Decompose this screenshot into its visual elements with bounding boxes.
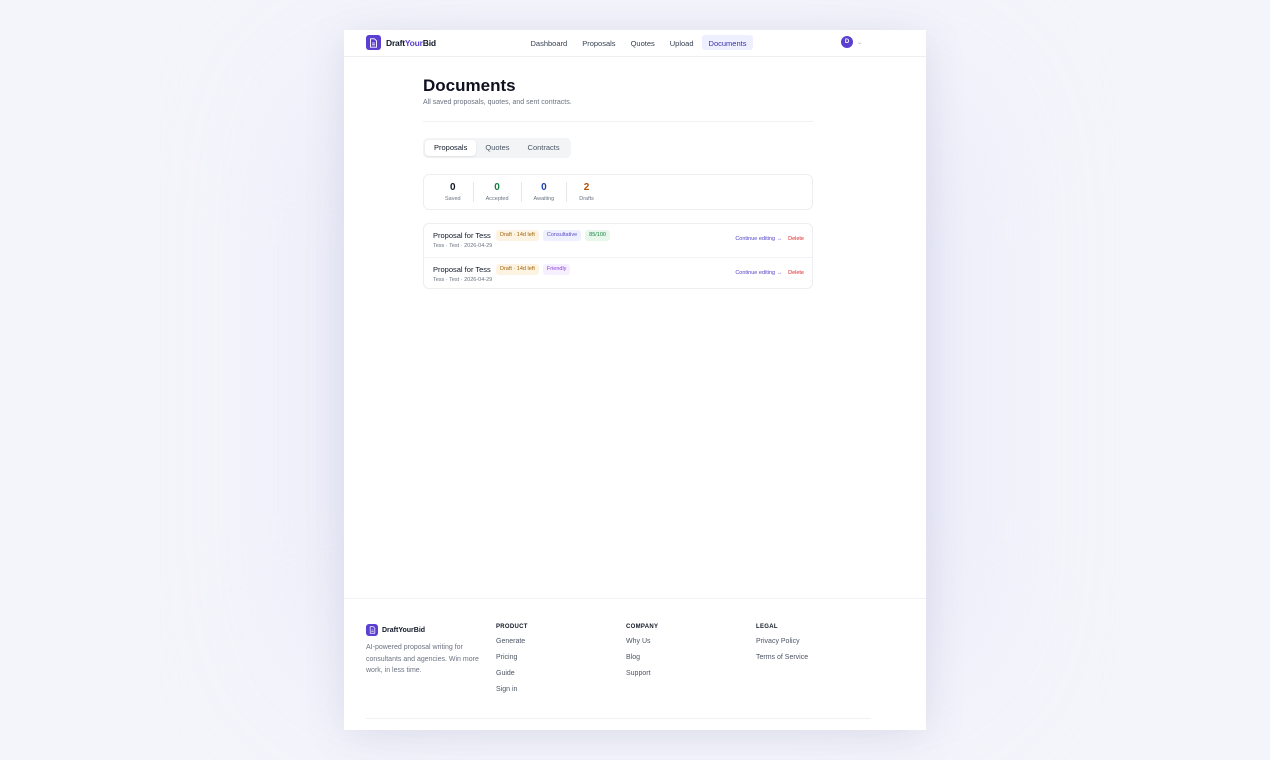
app-window: DraftYourBid Dashboard Proposals Quotes … [344, 30, 926, 730]
continue-editing-link[interactable]: Continue editing → [735, 270, 782, 276]
tab-contracts[interactable]: Contracts [519, 140, 569, 156]
stat-accepted: 0 Accepted [472, 182, 521, 202]
status-badge: Draft · 14d left [496, 230, 539, 241]
nav-quotes[interactable]: Quotes [624, 35, 661, 50]
footer-divider [366, 718, 871, 719]
footer-link-support[interactable]: Support [626, 670, 658, 677]
document-icon [366, 35, 381, 50]
footer-logo[interactable]: DraftYourBid [366, 624, 425, 636]
footer-col-company: COMPANY Why Us Blog Support [626, 624, 658, 686]
main-nav: Dashboard Proposals Quotes Upload Docume… [524, 35, 753, 50]
document-list: Proposal for Tess Draft · 14d left Consu… [423, 223, 813, 289]
nav-dashboard[interactable]: Dashboard [524, 35, 574, 50]
footer-link-terms[interactable]: Terms of Service [756, 654, 808, 661]
stat-label: Accepted [485, 196, 509, 202]
footer-brand-name: DraftYourBid [382, 626, 426, 634]
footer-heading: COMPANY [626, 624, 659, 630]
brand-logo[interactable]: DraftYourBid [366, 35, 436, 50]
nav-documents[interactable]: Documents [702, 35, 753, 50]
row-actions: Continue editing → Delete [735, 236, 804, 242]
delete-button[interactable]: Delete [788, 236, 804, 242]
footer-heading: PRODUCT [496, 624, 528, 630]
nav-upload[interactable]: Upload [663, 35, 700, 50]
stat-saved: 0 Saved [433, 182, 473, 202]
footer-description: AI-powered proposal writing for consulta… [366, 644, 479, 674]
document-type-tabs: Proposals Quotes Contracts [423, 138, 571, 158]
tab-quotes[interactable]: Quotes [476, 140, 518, 156]
stat-value: 0 [450, 182, 456, 193]
delete-button[interactable]: Delete [788, 270, 804, 276]
footer-link-guide[interactable]: Guide [496, 670, 528, 677]
section-divider [423, 121, 813, 122]
footer-link-blog[interactable]: Blog [626, 654, 658, 661]
stat-value: 0 [541, 182, 547, 193]
stat-value: 2 [583, 182, 590, 193]
footer-col-product: PRODUCT Generate Pricing Guide Sign in [496, 624, 528, 702]
document-meta: Tess · Test · 2026-04-29 [433, 277, 493, 283]
footer-link-pricing[interactable]: Pricing [496, 654, 528, 661]
footer-col-legal: LEGAL Privacy Policy Terms of Service [756, 624, 808, 670]
tab-proposals[interactable]: Proposals [425, 140, 477, 156]
badge-group: Draft · 14d left Consultative 85/100 [496, 230, 610, 241]
footer-heading: LEGAL [756, 624, 778, 630]
continue-editing-link[interactable]: Continue editing → [735, 236, 782, 242]
score-badge: 85/100 [585, 230, 610, 241]
user-menu[interactable]: D ⌄ [841, 36, 862, 48]
document-title[interactable]: Proposal for Tess [433, 231, 491, 240]
footer-link-generate[interactable]: Generate [496, 638, 528, 645]
footer-link-sign-in[interactable]: Sign in [496, 686, 528, 693]
status-badge: Draft · 14d left [496, 264, 539, 275]
page-title: Documents [423, 76, 516, 95]
tone-badge: Friendly [542, 264, 571, 275]
stat-awaiting: 0 Awaiting [520, 182, 567, 202]
stat-value: 0 [494, 182, 500, 193]
footer-link-privacy[interactable]: Privacy Policy [756, 638, 808, 645]
document-meta: Tess · Test · 2026-04-29 [433, 243, 493, 249]
top-nav-bar: DraftYourBid Dashboard Proposals Quotes … [344, 30, 926, 57]
list-item: Proposal for Tess Draft · 14d left Consu… [424, 224, 812, 257]
stat-drafts: 2 Drafts [566, 182, 606, 202]
badge-group: Draft · 14d left Friendly [496, 264, 571, 275]
list-item: Proposal for Tess Draft · 14d left Frien… [424, 257, 812, 290]
stat-label: Awaiting [533, 196, 555, 202]
document-title[interactable]: Proposal for Tess [433, 265, 491, 274]
brand-name: DraftYourBid [386, 37, 436, 48]
site-footer: DraftYourBid AI-powered proposal writing… [344, 598, 926, 730]
page-subtitle: All saved proposals, quotes, and sent co… [423, 99, 572, 106]
stat-label: Drafts [579, 196, 594, 202]
document-icon [366, 624, 378, 636]
stats-panel: 0 Saved 0 Accepted 0 Awaiting 2 Drafts [423, 174, 813, 210]
chevron-down-icon[interactable]: ⌄ [857, 39, 862, 46]
tone-badge: Consultative [542, 230, 582, 241]
row-actions: Continue editing → Delete [735, 270, 804, 276]
footer-link-why-us[interactable]: Why Us [626, 638, 658, 645]
nav-proposals[interactable]: Proposals [576, 35, 622, 50]
avatar[interactable]: D [841, 36, 853, 48]
stat-label: Saved [445, 196, 461, 202]
